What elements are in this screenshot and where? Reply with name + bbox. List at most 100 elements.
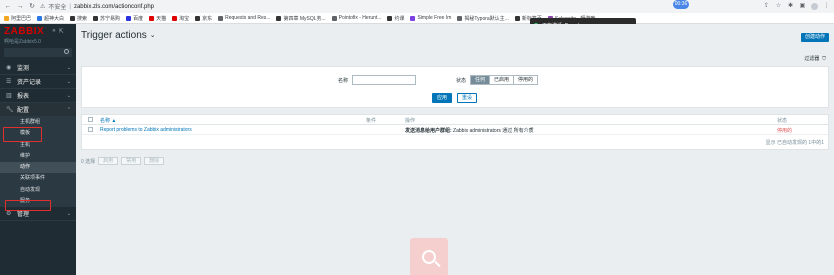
bookmark-item[interactable]: 苏宁易购 [93, 15, 120, 22]
submenu-maintenance[interactable]: 维护 [0, 151, 76, 162]
bookmark-icon [276, 15, 282, 21]
bookmark-label: 百度 [133, 15, 144, 22]
bookmarks-bar: 阿里巴巴 超神大白 搜索 苏宁易购 百度 天猫 淘宝 京东 Requests and Res..… [0, 13, 834, 24]
operations-rest: Zabbix administrators 通过 所有介质 [451, 128, 534, 134]
menu-administration[interactable]: ⚙ 管理 ⌄ [0, 207, 76, 222]
filter-status-row: 状态 任何 已启用 停用的 [456, 75, 539, 85]
bulk-enable-button[interactable]: 启用 [98, 157, 119, 165]
filter-name-input[interactable] [352, 75, 417, 85]
bookmark-icon [514, 15, 520, 21]
bookmark-label: 苏宁易购 [100, 15, 121, 22]
reload-icon[interactable]: ↻ [28, 3, 36, 11]
sidepanel-icon[interactable]: ▣ [799, 3, 806, 10]
submenu-templates[interactable]: 模板 [0, 128, 76, 139]
bookmark-item[interactable]: 淘宝 [172, 15, 189, 22]
bookmark-item[interactable]: Requests and Res... [218, 15, 270, 21]
bookmark-icon [218, 15, 224, 21]
chart-icon: ▥ [6, 93, 12, 99]
submenu-hosts[interactable]: 主机 [0, 140, 76, 151]
gear-icon: ⚙ [6, 211, 12, 218]
menu-label: 报表 [17, 94, 30, 100]
bookmark-item[interactable]: 搜索 [70, 15, 87, 22]
filter-name-label: 名称 [338, 77, 349, 84]
menu-label: 资产记录 [17, 80, 42, 86]
chevron-down-icon: ⌄ [66, 78, 71, 85]
bookmark-item[interactable]: Simple Free Im [410, 15, 451, 21]
actions-table: 名称 ▲ 条件 操作 状态 Report problems to Zabbix … [81, 114, 829, 150]
bookmark-item[interactable]: 第四章 MySQL务... [276, 15, 326, 22]
reset-button[interactable]: 重设 [457, 93, 478, 103]
magnifier-handle [434, 260, 441, 268]
bookmark-item[interactable]: 约课 [387, 15, 404, 22]
status-enabled[interactable]: 已启用 [490, 76, 515, 84]
action-status[interactable]: 停用的 [777, 127, 792, 134]
menu-icon[interactable]: ⋮ [823, 3, 830, 10]
bookmark-label: 天猫 [156, 15, 167, 22]
page-title[interactable]: Trigger actions [81, 30, 147, 41]
bookmark-item[interactable]: 揭秘Typora默认主... [457, 15, 509, 22]
submenu-event-correlation[interactable]: 关联项事件 [0, 173, 76, 184]
star-icon[interactable]: ☆ [775, 3, 782, 10]
col-conditions: 条件 [366, 118, 377, 124]
table-row: Report problems to Zabbix administrators… [82, 125, 828, 135]
zabbix-logo[interactable]: ZABBIX [4, 26, 44, 37]
menu-label: 监测 [17, 66, 30, 72]
submenu-discovery[interactable]: 自动发现 [0, 185, 76, 196]
bookmark-icon [126, 15, 132, 21]
main-content: Trigger actions ⌄ 创建动作 过滤器 ⛉ 名称 状态 任何 已启… [76, 24, 834, 275]
profile-avatar[interactable] [811, 3, 818, 10]
bookmark-item[interactable]: 天猫 [149, 15, 166, 22]
submenu-host-groups[interactable]: 主机群组 [0, 117, 76, 128]
bookmark-label: 搜索 [77, 15, 88, 22]
url-text: zabbix.zls.com/actionconf.php [73, 3, 155, 10]
action-name-link[interactable]: Report problems to Zabbix administrators [100, 127, 192, 133]
row-checkbox[interactable] [88, 127, 93, 132]
bookmark-icon [410, 15, 416, 21]
bookmark-item[interactable]: 百度 [126, 15, 143, 22]
address-bar[interactable]: ⚠ 不安全 | zabbix.zls.com/actionconf.php [40, 2, 155, 12]
chevron-down-icon[interactable]: ⌄ [150, 31, 156, 39]
select-all-checkbox[interactable] [88, 117, 93, 122]
create-action-button[interactable]: 创建动作 [800, 33, 829, 42]
bookmark-label: Simple Free Im [417, 15, 452, 21]
forward-icon[interactable]: → [16, 3, 24, 11]
submenu-actions[interactable]: 动作 [0, 162, 76, 174]
bookmark-label: 第四章 MySQL务... [283, 15, 326, 22]
bookmark-icon [331, 15, 337, 21]
bookmark-item[interactable]: 京东 [195, 15, 212, 22]
status-any[interactable]: 任何 [471, 76, 491, 84]
search-icon[interactable] [64, 49, 69, 54]
status-disabled[interactable]: 停用的 [514, 76, 538, 84]
back-icon[interactable]: ← [4, 3, 12, 11]
col-name[interactable]: 名称 ▲ [100, 117, 116, 124]
bookmark-icon [37, 15, 43, 21]
bookmark-icon [70, 15, 76, 21]
menu-monitoring[interactable]: ◉ 监测 ⌄ [0, 61, 76, 75]
filter-toggle[interactable]: 过滤器 ⛉ [804, 55, 826, 63]
bookmark-icon [195, 15, 201, 21]
page-header: Trigger actions ⌄ [76, 24, 834, 46]
bulk-delete-button[interactable]: 删除 [144, 157, 165, 165]
bookmark-item[interactable]: 阿里巴巴 [4, 15, 31, 22]
bulk-disable-button[interactable]: 禁用 [121, 157, 142, 165]
expand-icon[interactable]: ⇱ [59, 28, 64, 35]
extension-icon[interactable]: ✱ [787, 3, 794, 10]
submenu-services[interactable]: 服务 [0, 196, 76, 207]
chevron-down-icon: ⌄ [66, 64, 71, 71]
configuration-submenu: 主机群组 模板 主机 维护 动作 关联项事件 自动发现 服务 [0, 117, 76, 208]
share-icon[interactable]: ⇪ [763, 3, 770, 10]
list-icon: ☰ [6, 79, 12, 85]
floating-search-icon[interactable] [410, 238, 448, 275]
col-status: 状态 [777, 118, 788, 124]
bookmark-item[interactable]: Pointofix - Herunt... [331, 15, 382, 21]
sidebar-search-input[interactable] [4, 48, 72, 57]
browser-toolbar: ← → ↻ ⚠ 不安全 | zabbix.zls.com/actionconf.… [0, 0, 834, 13]
bookmark-label: Pointofix - Herunt... [338, 15, 382, 21]
menu-configuration[interactable]: 🔧︎ 配置 ⌃ [0, 103, 76, 117]
bookmark-label: 阿里巴巴 [11, 15, 32, 22]
collapse-icon[interactable]: « [52, 28, 55, 35]
apply-button[interactable]: 应用 [432, 93, 453, 103]
bookmark-item[interactable]: 超神大白 [37, 15, 64, 22]
menu-inventory[interactable]: ☰ 资产记录 ⌄ [0, 75, 76, 89]
menu-reports[interactable]: ▥ 报表 ⌄ [0, 89, 76, 103]
